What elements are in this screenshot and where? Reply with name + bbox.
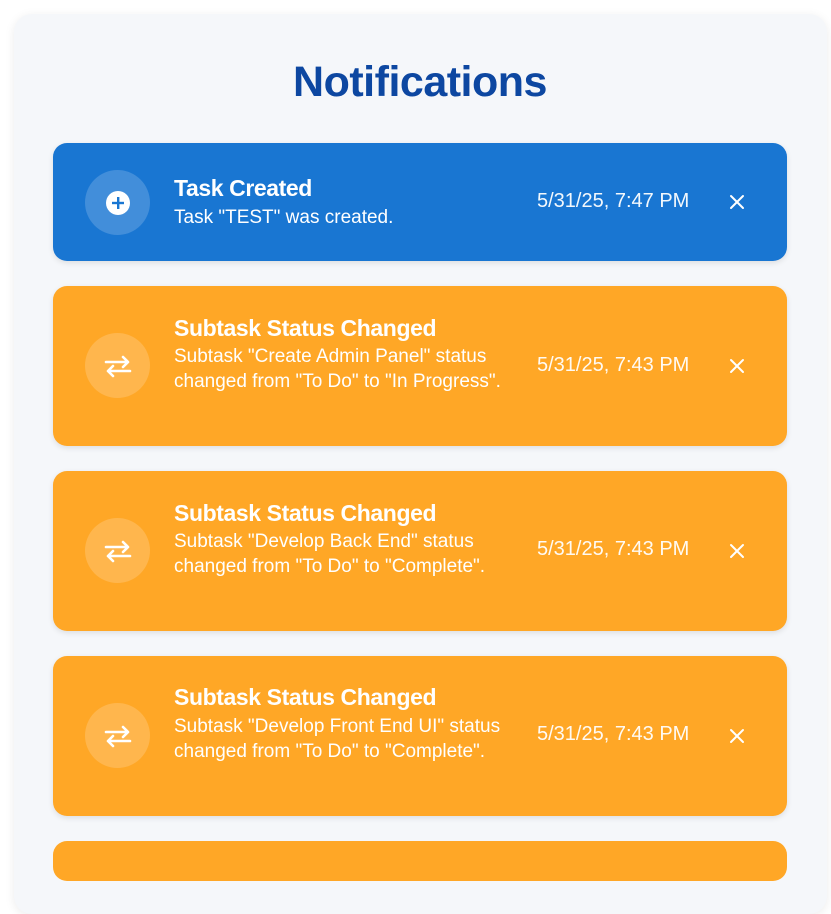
notification-title: Subtask Status Changed <box>174 684 437 710</box>
notification-message: Subtask "Develop Back End" status change… <box>174 531 486 577</box>
notification-icon-badge <box>85 170 150 235</box>
plus-circle-icon <box>105 190 130 215</box>
close-icon <box>730 195 744 209</box>
close-icon <box>730 544 744 558</box>
dismiss-button[interactable] <box>725 539 749 563</box>
notification-title: Task Created <box>174 175 312 201</box>
notification-message: Subtask "Develop Front End UI" status ch… <box>174 716 501 762</box>
dismiss-button[interactable] <box>725 354 749 378</box>
notification-card[interactable] <box>53 841 787 881</box>
notification-icon-badge <box>85 703 150 768</box>
notification-title: Subtask Status Changed <box>174 315 437 341</box>
dismiss-button[interactable] <box>725 724 749 748</box>
notification-time: 5/31/25, 7:43 PM <box>537 538 690 560</box>
notification-time: 5/31/25, 7:47 PM <box>537 190 690 212</box>
notification-card[interactable]: Subtask Status Changed Subtask "Develop … <box>53 471 787 631</box>
notification-icon-badge <box>85 333 150 398</box>
notification-title: Subtask Status Changed <box>174 500 437 526</box>
notification-time: 5/31/25, 7:43 PM <box>537 723 690 745</box>
notification-time: 5/31/25, 7:43 PM <box>537 354 690 376</box>
notification-message: Task "TEST" was created. <box>174 207 394 228</box>
notification-card[interactable]: Subtask Status Changed Subtask "Create A… <box>53 286 787 446</box>
notification-icon-badge <box>85 518 150 583</box>
notification-message: Subtask "Create Admin Panel" status chan… <box>174 346 501 392</box>
page-title: Notifications <box>293 58 547 106</box>
dismiss-button[interactable] <box>725 190 749 214</box>
notification-card[interactable]: Task Created Task "TEST" was created. 5/… <box>53 143 787 261</box>
close-icon <box>730 359 744 373</box>
close-icon <box>730 729 744 743</box>
swap-arrows-icon <box>104 725 131 747</box>
swap-arrows-icon <box>104 355 131 377</box>
notification-card[interactable]: Subtask Status Changed Subtask "Develop … <box>53 656 787 816</box>
swap-arrows-icon <box>104 540 131 562</box>
